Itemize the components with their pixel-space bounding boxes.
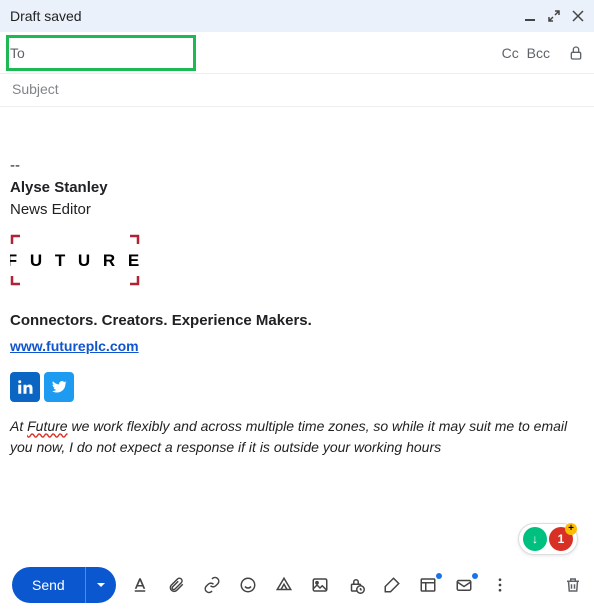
compose-header: Draft saved	[0, 0, 594, 32]
to-label: To	[10, 45, 25, 61]
bcc-button[interactable]: Bcc	[527, 45, 550, 61]
attach-icon[interactable]	[166, 575, 186, 595]
confidential-icon[interactable]	[346, 575, 366, 595]
format-text-icon[interactable]	[130, 575, 150, 595]
close-icon[interactable]	[572, 10, 584, 22]
signature-role: News Editor	[10, 199, 584, 221]
compose-footer: Send	[0, 557, 594, 613]
recipients-row: To Cc Bcc	[0, 32, 594, 74]
social-links	[10, 372, 584, 402]
to-input[interactable]	[33, 44, 498, 62]
send-options-button[interactable]	[85, 567, 116, 603]
image-icon[interactable]	[310, 575, 330, 595]
svg-text:F U T U R E: F U T U R E	[10, 251, 140, 270]
discard-icon[interactable]	[564, 576, 582, 594]
cc-bcc-toggle: Cc Bcc	[498, 45, 550, 61]
compose-body[interactable]: -- Alyse Stanley News Editor F U T U R E…	[0, 107, 594, 582]
signature-separator: --	[10, 155, 584, 177]
emoji-icon[interactable]	[238, 575, 258, 595]
extension-badges: ↓ 1	[518, 523, 578, 555]
link-icon[interactable]	[202, 575, 222, 595]
minimize-icon[interactable]	[524, 10, 536, 22]
cc-button[interactable]: Cc	[502, 45, 519, 61]
company-logo: F U T U R E	[10, 234, 584, 286]
more-icon[interactable]	[490, 575, 510, 595]
window-controls	[524, 10, 584, 22]
subject-input[interactable]	[10, 80, 584, 98]
extension-badge-1[interactable]: ↓	[523, 527, 547, 551]
linkedin-icon[interactable]	[10, 372, 40, 402]
schedule-icon[interactable]	[454, 575, 474, 595]
format-toolbar	[130, 575, 564, 595]
extension-badge-2[interactable]: 1	[549, 527, 573, 551]
signature-website[interactable]: www.futureplc.com	[10, 338, 139, 354]
send-button[interactable]: Send	[12, 567, 85, 603]
signature-tagline: Connectors. Creators. Experience Makers.	[10, 310, 584, 332]
layout-icon[interactable]	[418, 575, 438, 595]
signature-note: At Future we work flexibly and across mu…	[10, 416, 584, 458]
twitter-icon[interactable]	[44, 372, 74, 402]
send-button-group: Send	[12, 567, 116, 603]
signature-icon[interactable]	[382, 575, 402, 595]
drive-icon[interactable]	[274, 575, 294, 595]
subject-row	[0, 74, 594, 107]
lock-icon[interactable]	[568, 45, 584, 61]
signature-name: Alyse Stanley	[10, 177, 584, 199]
expand-icon[interactable]	[548, 10, 560, 22]
header-title: Draft saved	[10, 8, 524, 24]
